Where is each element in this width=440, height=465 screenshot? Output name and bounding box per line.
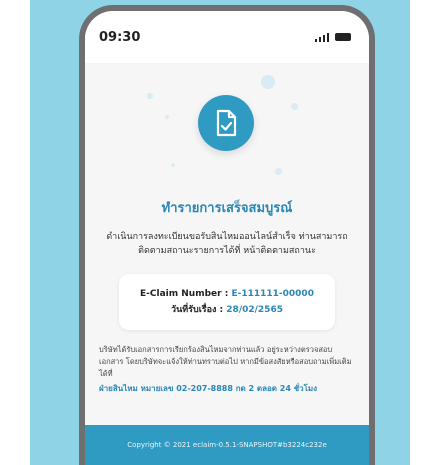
- claim-date-value: 28/02/2565: [226, 305, 283, 315]
- copyright-text: Copyright © 2021 eclaim-0.5.1-SNAPSHOT#b…: [127, 441, 327, 449]
- decor-dot: [147, 93, 153, 99]
- decor-dot: [165, 115, 169, 119]
- document-check-icon: [198, 95, 254, 151]
- claim-date-label: วันที่รับเรื่อง :: [171, 305, 227, 315]
- decor-dot: [261, 75, 275, 89]
- decor-dot: [171, 163, 175, 167]
- claim-number-value: E-111111-00000: [231, 289, 314, 299]
- phone-frame: 09:30 ทำรายการเสร็จสมบูรณ์ ดำเนินการลงทะ…: [79, 5, 375, 465]
- claim-date-row: วันที่รับเรื่อง : 28/02/2565: [127, 302, 327, 318]
- claim-number-row: E-Claim Number : E-111111-00000: [127, 286, 327, 302]
- info-note: บริษัทได้รับเอกสารการเรียกร้องสินไหมจากท…: [99, 345, 352, 378]
- success-description: ดำเนินการลงทะเบียนขอรับสินไหมออนไลน์สำเร…: [106, 232, 348, 256]
- claim-number-label: E-Claim Number :: [140, 289, 232, 299]
- success-illustration: [85, 63, 369, 183]
- success-title: ทำรายการเสร็จสมบูรณ์: [161, 201, 293, 216]
- decor-dot: [291, 103, 298, 110]
- status-bar: 09:30: [85, 11, 369, 63]
- signal-icon: [315, 32, 329, 42]
- status-icons: [315, 32, 351, 42]
- footer: Copyright © 2021 eclaim-0.5.1-SNAPSHOT#b…: [85, 425, 369, 465]
- battery-icon: [335, 33, 351, 41]
- claim-info-card: E-Claim Number : E-111111-00000 วันที่รั…: [119, 274, 335, 330]
- hotline-text: ฝ่ายสินไหม หมายเลข 02-207-8888 กด 2 ตลอด…: [99, 384, 318, 393]
- decor-dot: [275, 168, 282, 175]
- status-time: 09:30: [99, 29, 141, 45]
